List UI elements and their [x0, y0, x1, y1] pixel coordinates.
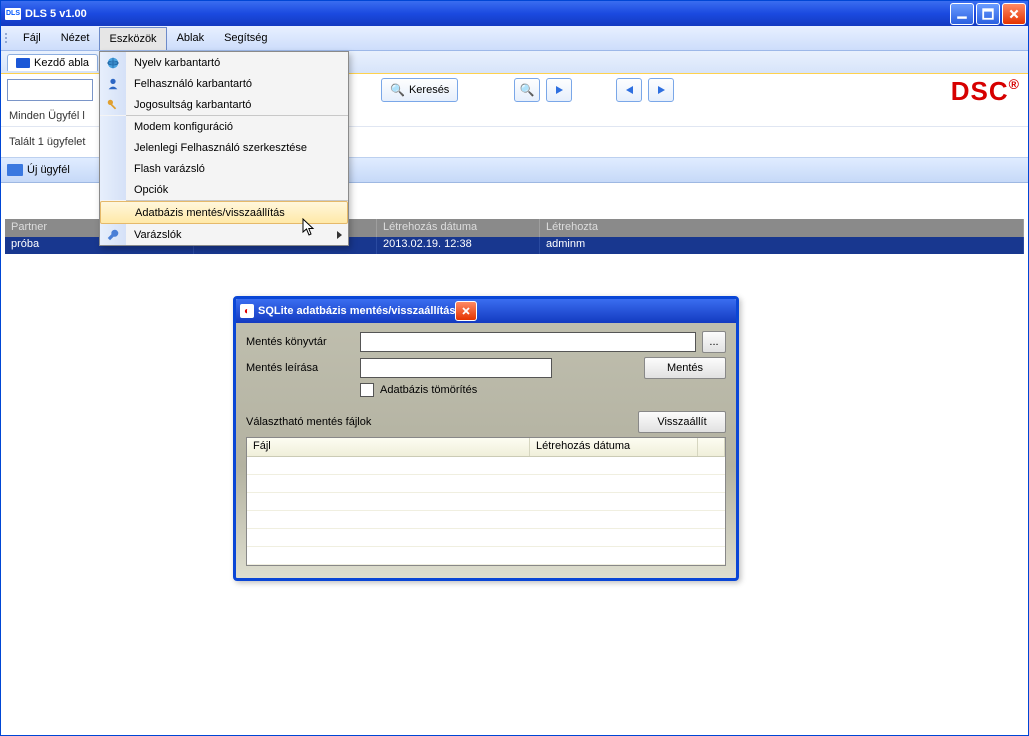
dd-item-db-backup-restore[interactable]: Adatbázis mentés/visszaállítás	[100, 201, 348, 224]
search-icon: 🔍	[390, 83, 405, 97]
dialog-close-button[interactable]	[455, 301, 477, 321]
maximize-button[interactable]	[976, 3, 1000, 25]
restore-button[interactable]: Visszaállít	[638, 411, 726, 433]
dd-item-flash[interactable]: Flash varázsló	[100, 158, 348, 179]
col-spacer	[698, 438, 725, 456]
toolbar-grip-icon	[5, 26, 11, 50]
tab-label: Kezdő abla	[34, 57, 89, 69]
nav-forward-button[interactable]	[648, 78, 674, 102]
new-client-button[interactable]: Új ügyfél	[27, 164, 70, 176]
backup-restore-dialog: ◐ SQLite adatbázis mentés/visszaállítás …	[233, 296, 739, 581]
globe-icon	[105, 56, 121, 70]
grid-empty-row[interactable]	[247, 475, 725, 493]
backup-dir-label: Mentés könyvtár	[246, 336, 354, 348]
grid-empty-row[interactable]	[247, 493, 725, 511]
col-created-date[interactable]: Létrehozás dátuma	[377, 219, 540, 237]
search-input-left[interactable]	[7, 79, 93, 101]
dialog-titlebar: ◐ SQLite adatbázis mentés/visszaállítás	[236, 299, 736, 323]
dd-item-jogosultsag[interactable]: Jogosultság karbantartó	[100, 94, 348, 115]
zoom-button[interactable]: 🔍	[514, 78, 540, 102]
save-button[interactable]: Mentés	[644, 357, 726, 379]
nav-back-button[interactable]	[616, 78, 642, 102]
search-button-label: Keresés	[409, 84, 449, 96]
compress-label: Adatbázis tömörítés	[380, 384, 477, 396]
backup-desc-input[interactable]	[360, 358, 552, 378]
key-icon	[105, 98, 121, 112]
folder-icon	[7, 164, 23, 176]
nav-next-button[interactable]	[546, 78, 572, 102]
close-button[interactable]	[1002, 3, 1026, 25]
app-icon: DLS	[5, 8, 21, 20]
menu-segitseg[interactable]: Segítség	[214, 26, 277, 50]
menu-eszkozok[interactable]: Eszközök	[99, 27, 166, 50]
dd-item-current-user[interactable]: Jelenlegi Felhasználó szerkesztése	[100, 137, 348, 158]
col-file[interactable]: Fájl	[247, 438, 530, 456]
minimize-button[interactable]	[950, 3, 974, 25]
backup-dir-input[interactable]	[360, 332, 696, 352]
arrow-right-icon	[658, 86, 665, 94]
col-created-by[interactable]: Létrehozta	[540, 219, 1024, 237]
dd-item-modem[interactable]: Modem konfiguráció	[100, 116, 348, 137]
dd-item-wizards[interactable]: Varázslók	[100, 224, 348, 245]
arrow-left-icon	[626, 86, 633, 94]
tools-dropdown: Nyelv karbantartó Felhasználó karbantart…	[99, 51, 349, 246]
menu-fajl[interactable]: Fájl	[13, 26, 51, 50]
main-window: DLS DLS 5 v1.00 Fájl Nézet Eszközök Abla…	[0, 0, 1029, 736]
cell-created-date: 2013.02.19. 12:38	[377, 237, 540, 254]
dialog-icon: ◐	[240, 304, 254, 318]
window-title: DLS 5 v1.00	[25, 8, 87, 20]
titlebar: DLS DLS 5 v1.00	[1, 1, 1028, 26]
cell-created-by: adminm	[540, 237, 1024, 254]
wrench-icon	[105, 228, 121, 242]
backup-desc-label: Mentés leírása	[246, 362, 354, 374]
magnifier-icon: 🔍	[520, 83, 535, 97]
grid-empty-row[interactable]	[247, 547, 725, 565]
brand-logo: DSC®	[951, 76, 1020, 107]
dd-item-options[interactable]: Opciók	[100, 179, 348, 200]
tab-icon	[16, 58, 30, 68]
dialog-title: SQLite adatbázis mentés/visszaállítás	[258, 305, 455, 317]
backup-files-grid: Fájl Létrehozás dátuma	[246, 437, 726, 566]
grid-empty-row[interactable]	[247, 529, 725, 547]
dd-item-felhasznalo[interactable]: Felhasználó karbantartó	[100, 73, 348, 94]
grid-empty-row[interactable]	[247, 511, 725, 529]
arrow-right-icon	[556, 86, 563, 94]
user-icon	[105, 77, 121, 91]
grid-empty-row[interactable]	[247, 457, 725, 475]
tab-kezdo[interactable]: Kezdő abla	[7, 54, 98, 71]
menu-nezet[interactable]: Nézet	[51, 26, 100, 50]
available-files-label: Választható mentés fájlok	[246, 416, 371, 428]
browse-button[interactable]: ...	[702, 331, 726, 353]
menubar: Fájl Nézet Eszközök Ablak Segítség	[1, 26, 1028, 51]
compress-checkbox[interactable]	[360, 383, 374, 397]
submenu-arrow-icon	[337, 231, 342, 239]
dd-item-nyelv[interactable]: Nyelv karbantartó	[100, 52, 348, 73]
menu-ablak[interactable]: Ablak	[167, 26, 215, 50]
search-button[interactable]: 🔍 Keresés	[381, 78, 458, 102]
col-file-date[interactable]: Létrehozás dátuma	[530, 438, 698, 456]
